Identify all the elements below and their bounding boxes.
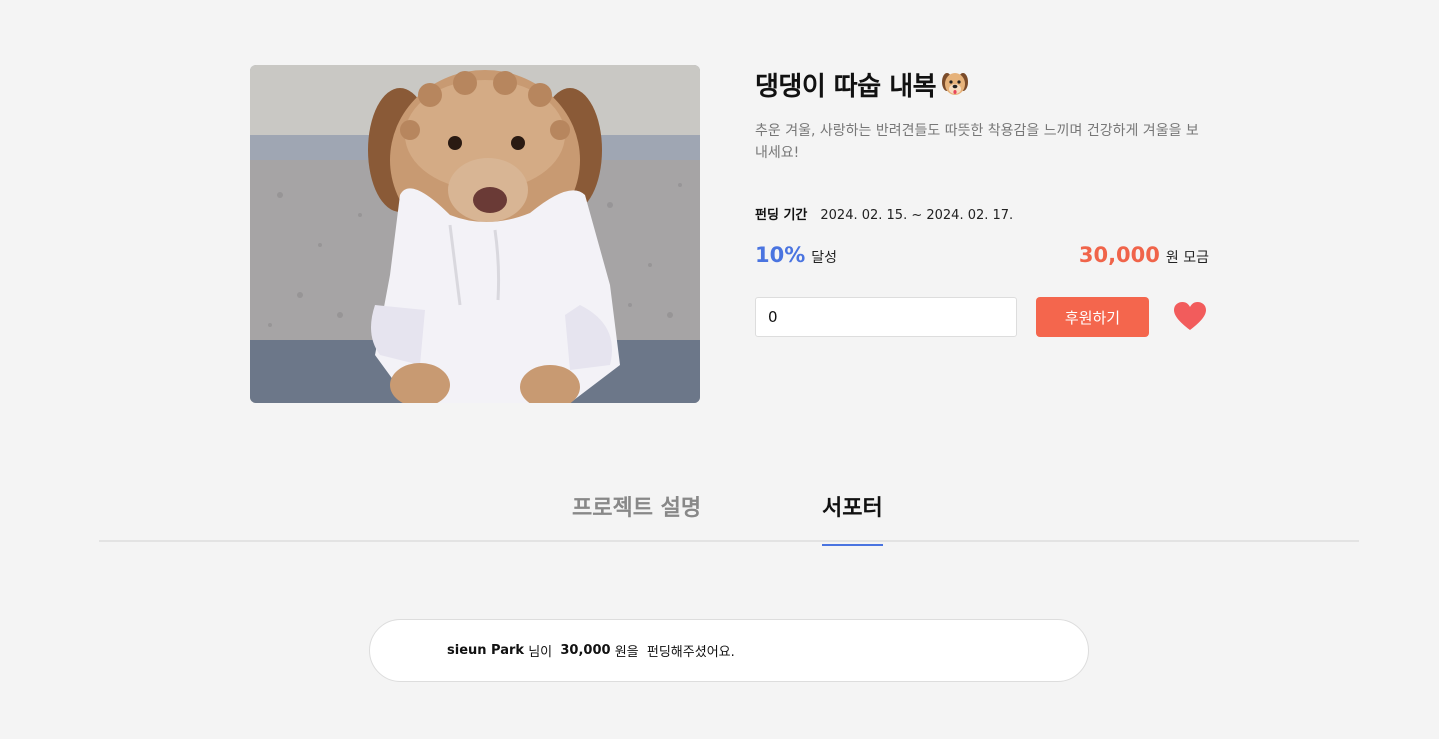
tab-bar: 프로젝트 설명 서포터 [99,478,1359,546]
product-image [250,65,700,403]
puppy-photo [250,65,700,403]
tab-supporter[interactable]: 서포터 [822,490,883,546]
supporter-suffix: 님이 [528,645,553,660]
supporter-amount-unit: 원을 [614,645,639,660]
dog-face-icon [940,69,970,99]
heart-icon [1174,302,1206,330]
achievement-rate: 10% 달성 [755,243,837,267]
fund-button[interactable]: 후원하기 [1036,297,1149,337]
supporter-card: sieun Park 님이 30,000 원을 펀딩해주셨어요. [369,619,1089,682]
action-row: 후원하기 [755,297,1209,337]
page: 댕댕이 따숩 내복 추운 겨울, 사랑하는 반려견들도 따뜻한 착용감을 느끼며… [0,0,1439,739]
supporter-message: 펀딩해주셨어요. [646,645,735,660]
raised-amount-unit: 원 모금 [1165,250,1209,266]
funding-amount-input[interactable] [755,297,1017,337]
supporter-name: sieun Park [447,643,525,658]
raised-amount-value: 30,000 [1078,243,1160,267]
product-info: 댕댕이 따숩 내복 추운 겨울, 사랑하는 반려견들도 따뜻한 착용감을 느끼며… [755,62,1209,337]
title-row: 댕댕이 따숩 내복 [755,62,1209,106]
achievement-rate-value: 10% [755,243,806,267]
raised-amount: 30,000 원 모금 [1079,243,1209,267]
funding-period-label: 펀딩 기간 [755,208,808,223]
product-title: 댕댕이 따숩 내복 [755,71,937,102]
like-button[interactable] [1173,300,1207,334]
funding-period-value: 2024. 02. 15. ~ 2024. 02. 17. [820,208,1014,223]
tab-project-description[interactable]: 프로젝트 설명 [572,490,701,544]
supporter-amount: 30,000 [560,643,611,658]
funding-period: 펀딩 기간 2024. 02. 15. ~ 2024. 02. 17. [755,204,1209,223]
funding-stats: 10% 달성 30,000 원 모금 [755,243,1209,267]
achievement-rate-label: 달성 [811,250,838,266]
product-description: 추운 겨울, 사랑하는 반려견들도 따뜻한 착용감을 느끼며 건강하게 겨울을 … [755,123,1199,161]
